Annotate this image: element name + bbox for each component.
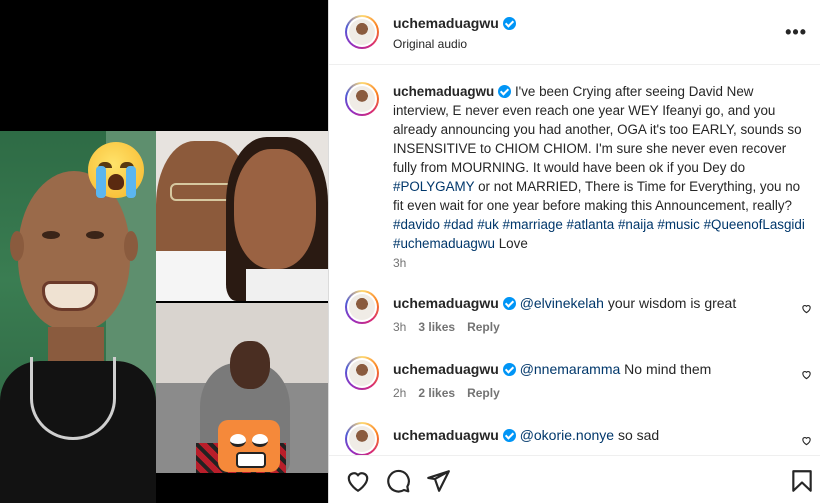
heart-icon[interactable] — [801, 303, 812, 314]
crying-emoji-icon — [88, 142, 144, 198]
hashtag-link[interactable]: #music — [657, 217, 699, 232]
heart-icon[interactable] — [801, 369, 812, 380]
comment-likes[interactable]: 2 likes — [418, 386, 455, 400]
action-bar — [329, 455, 820, 504]
verified-badge-icon — [502, 297, 516, 310]
caption-avatar[interactable] — [345, 82, 379, 116]
comment-body: uchemaduagwu @nnemaramma No mind them — [393, 361, 712, 377]
reply-button[interactable]: Reply — [467, 386, 500, 400]
verified-badge-icon — [498, 85, 512, 98]
hashtag-link[interactable]: #naija — [618, 217, 654, 232]
couple-photo — [156, 131, 328, 301]
more-options-icon[interactable]: ••• — [785, 22, 807, 43]
save-icon[interactable] — [789, 468, 815, 494]
hashtag-link[interactable]: #marriage — [503, 217, 563, 232]
reply-button[interactable]: Reply — [467, 320, 500, 334]
hashtag-link[interactable]: #QueenofLasgidi — [704, 217, 805, 232]
verified-badge-icon — [502, 17, 516, 30]
comment-username[interactable]: uchemaduagwu — [393, 427, 499, 443]
hashtag-link[interactable]: #atlanta — [567, 217, 615, 232]
chain-necklace — [30, 357, 116, 440]
comment-username[interactable]: uchemaduagwu — [393, 295, 499, 311]
verified-badge-icon — [502, 429, 516, 442]
post-header: uchemaduagwu Original audio ••• — [329, 0, 820, 65]
hashtag-link[interactable]: #uk — [477, 217, 499, 232]
comment-meta: 2h 2 likes Reply — [393, 386, 512, 400]
comment-body: uchemaduagwu @okorie.nonye so sad — [393, 427, 660, 443]
comment-icon[interactable] — [385, 468, 411, 494]
comment-body: uchemaduagwu @elvinekelah your wisdom is… — [393, 295, 737, 311]
avatar[interactable] — [345, 15, 379, 49]
hashtag-link[interactable]: #uchemaduagwu — [393, 236, 495, 251]
comment-username[interactable]: uchemaduagwu — [393, 361, 499, 377]
post-details-panel: uchemaduagwu Original audio ••• uchemadu… — [328, 0, 820, 504]
mention-link[interactable]: @okorie.nonye — [520, 427, 614, 443]
share-icon[interactable] — [425, 468, 451, 494]
comment-time[interactable]: 2h — [393, 386, 406, 400]
hashtag-link[interactable]: #dad — [444, 217, 474, 232]
like-heart-icon[interactable] — [345, 468, 371, 494]
comment-avatar[interactable] — [345, 290, 379, 324]
caption-text: uchemaduagwu I've been Crying after seei… — [393, 84, 805, 251]
hashtag-link[interactable]: #davido — [393, 217, 440, 232]
comment-avatar[interactable] — [345, 422, 379, 456]
heart-icon[interactable] — [801, 435, 812, 446]
caption-username[interactable]: uchemaduagwu — [393, 84, 494, 99]
verified-badge-icon — [502, 363, 516, 376]
comment-avatar[interactable] — [345, 356, 379, 390]
post-media[interactable] — [0, 0, 328, 503]
hashtag-link[interactable]: #POLYGAMY — [393, 179, 474, 194]
mention-link[interactable]: @elvinekelah — [520, 295, 604, 311]
header-username[interactable]: uchemaduagwu — [393, 15, 516, 31]
comment-meta: 3h 3 likes Reply — [393, 320, 512, 334]
annoyed-emoji-icon — [218, 420, 280, 472]
caption-timestamp[interactable]: 3h — [393, 256, 406, 270]
audio-label[interactable]: Original audio — [393, 37, 467, 51]
mention-link[interactable]: @nnemaramma — [520, 361, 621, 377]
comment-likes[interactable]: 3 likes — [418, 320, 455, 334]
comment-time[interactable]: 3h — [393, 320, 406, 334]
